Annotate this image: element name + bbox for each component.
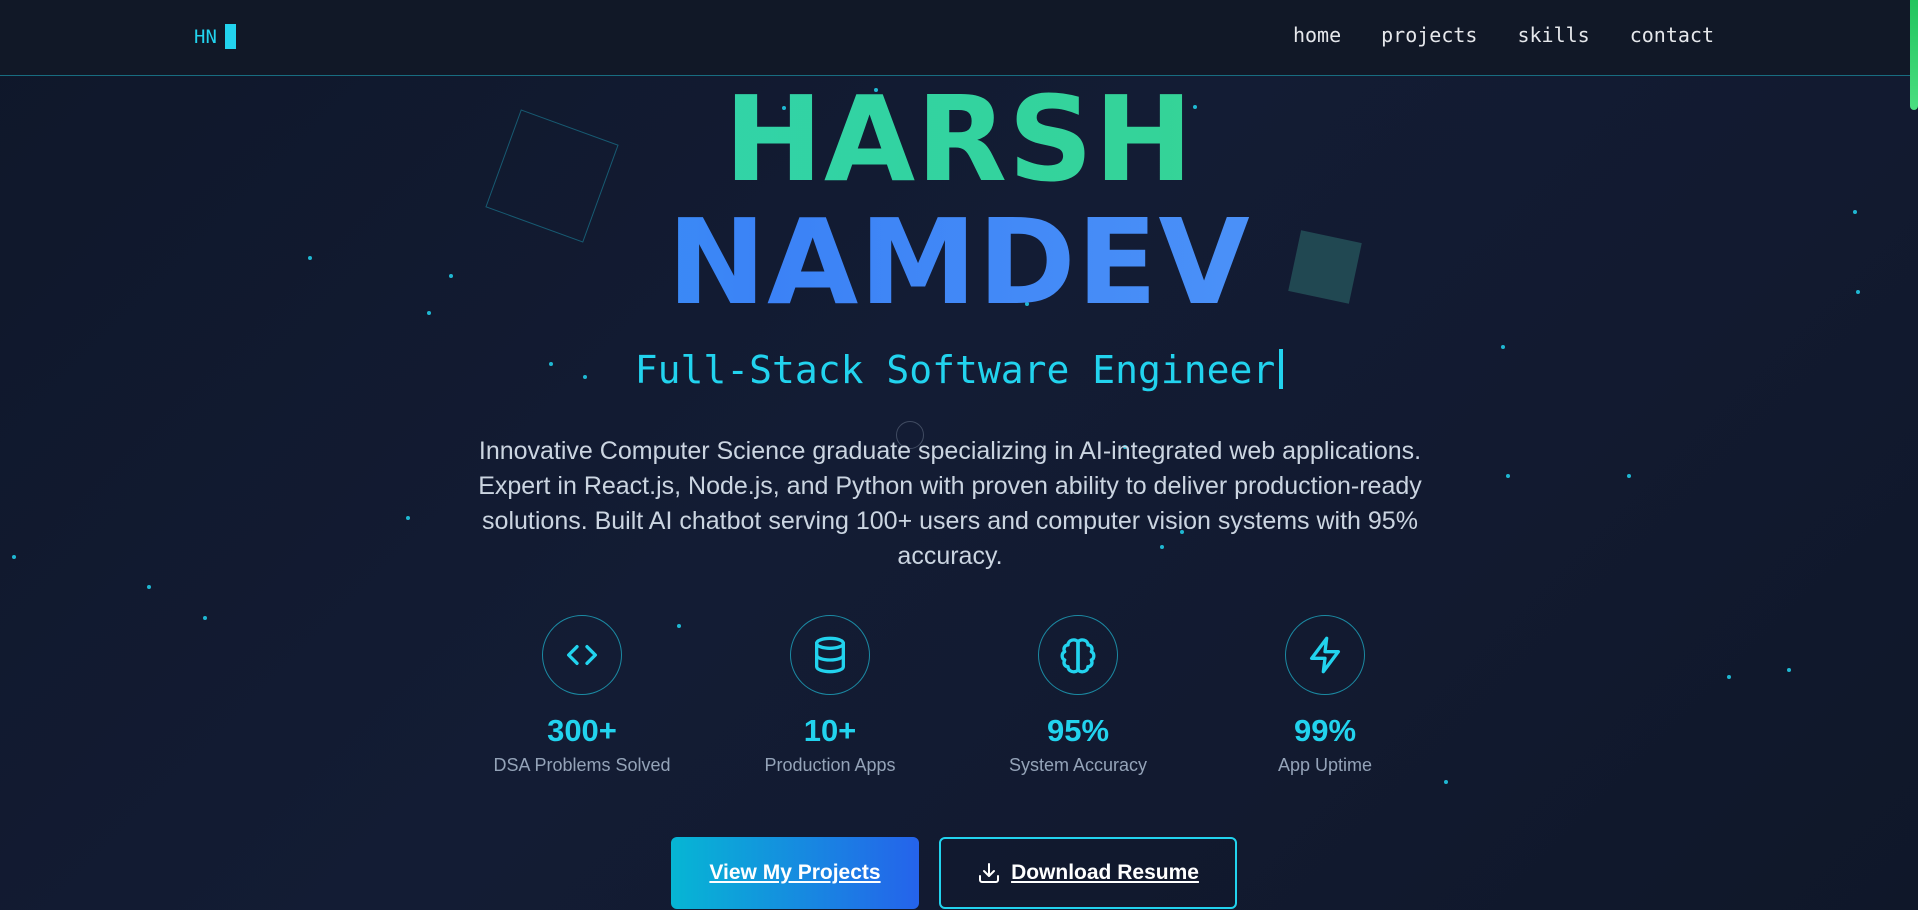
stat-label: System Accuracy [1008, 755, 1148, 775]
code-icon [542, 615, 622, 695]
view-projects-label: View My Projects [709, 861, 881, 884]
nav-link-home[interactable]: home [1293, 23, 1341, 47]
typing-caret [1279, 349, 1284, 389]
stat-label: DSA Problems Solved [493, 755, 671, 775]
nav-link-skills[interactable]: skills [1517, 23, 1589, 47]
particle-dot [1444, 780, 1448, 784]
hero-title-text: Full-Stack Software Engineer [634, 348, 1276, 392]
hero-intro: Innovative Computer Science graduate spe… [478, 437, 1422, 570]
download-resume-label: Download Resume [1011, 861, 1199, 884]
hero-subtitle: Full-Stack Software Engineer [0, 348, 1918, 392]
scrollbar-thumb[interactable] [1910, 0, 1918, 110]
stat-label: App Uptime [1277, 755, 1373, 775]
database-icon [790, 615, 870, 695]
lightning-icon [1285, 615, 1365, 695]
stat-item-uptime: 99% App Uptime [1215, 615, 1435, 776]
download-icon [979, 863, 1000, 883]
stat-item-dsa: 300+ DSA Problems Solved [472, 615, 692, 776]
view-projects-button[interactable]: View My Projects [671, 837, 919, 909]
particle-dot [147, 585, 151, 589]
particle-dot [1727, 675, 1731, 679]
stat-value: 95% [1046, 713, 1110, 748]
download-resume-button[interactable]: Download Resume [939, 837, 1237, 909]
stat-item-apps: 10+ Production Apps [720, 615, 940, 776]
stat-value: 10+ [803, 713, 857, 748]
nav-link-projects[interactable]: projects [1381, 23, 1477, 47]
particle-dot [406, 516, 410, 520]
brain-icon [1038, 615, 1118, 695]
logo-cursor [224, 24, 236, 49]
logo[interactable]: HN [194, 24, 236, 49]
nav-link-contact[interactable]: contact [1630, 23, 1714, 47]
logo-text: HN [194, 25, 217, 48]
particle-dot [1627, 474, 1631, 478]
stat-value: 300+ [547, 713, 617, 748]
particle-dot [1506, 474, 1510, 478]
nav-links: home projects skills contact [1293, 23, 1714, 47]
navbar: HN home projects skills contact [0, 0, 1918, 76]
particle-dot [203, 616, 207, 620]
hero-last-name: NAMDEV [0, 203, 1918, 321]
stat-label: Production Apps [764, 755, 896, 775]
stat-value: 99% [1293, 713, 1357, 748]
particle-dot [1787, 668, 1791, 672]
hero-first-name: HARSH [0, 80, 1918, 198]
particle-dot [12, 555, 16, 559]
stat-item-accuracy: 95% System Accuracy [968, 615, 1188, 776]
